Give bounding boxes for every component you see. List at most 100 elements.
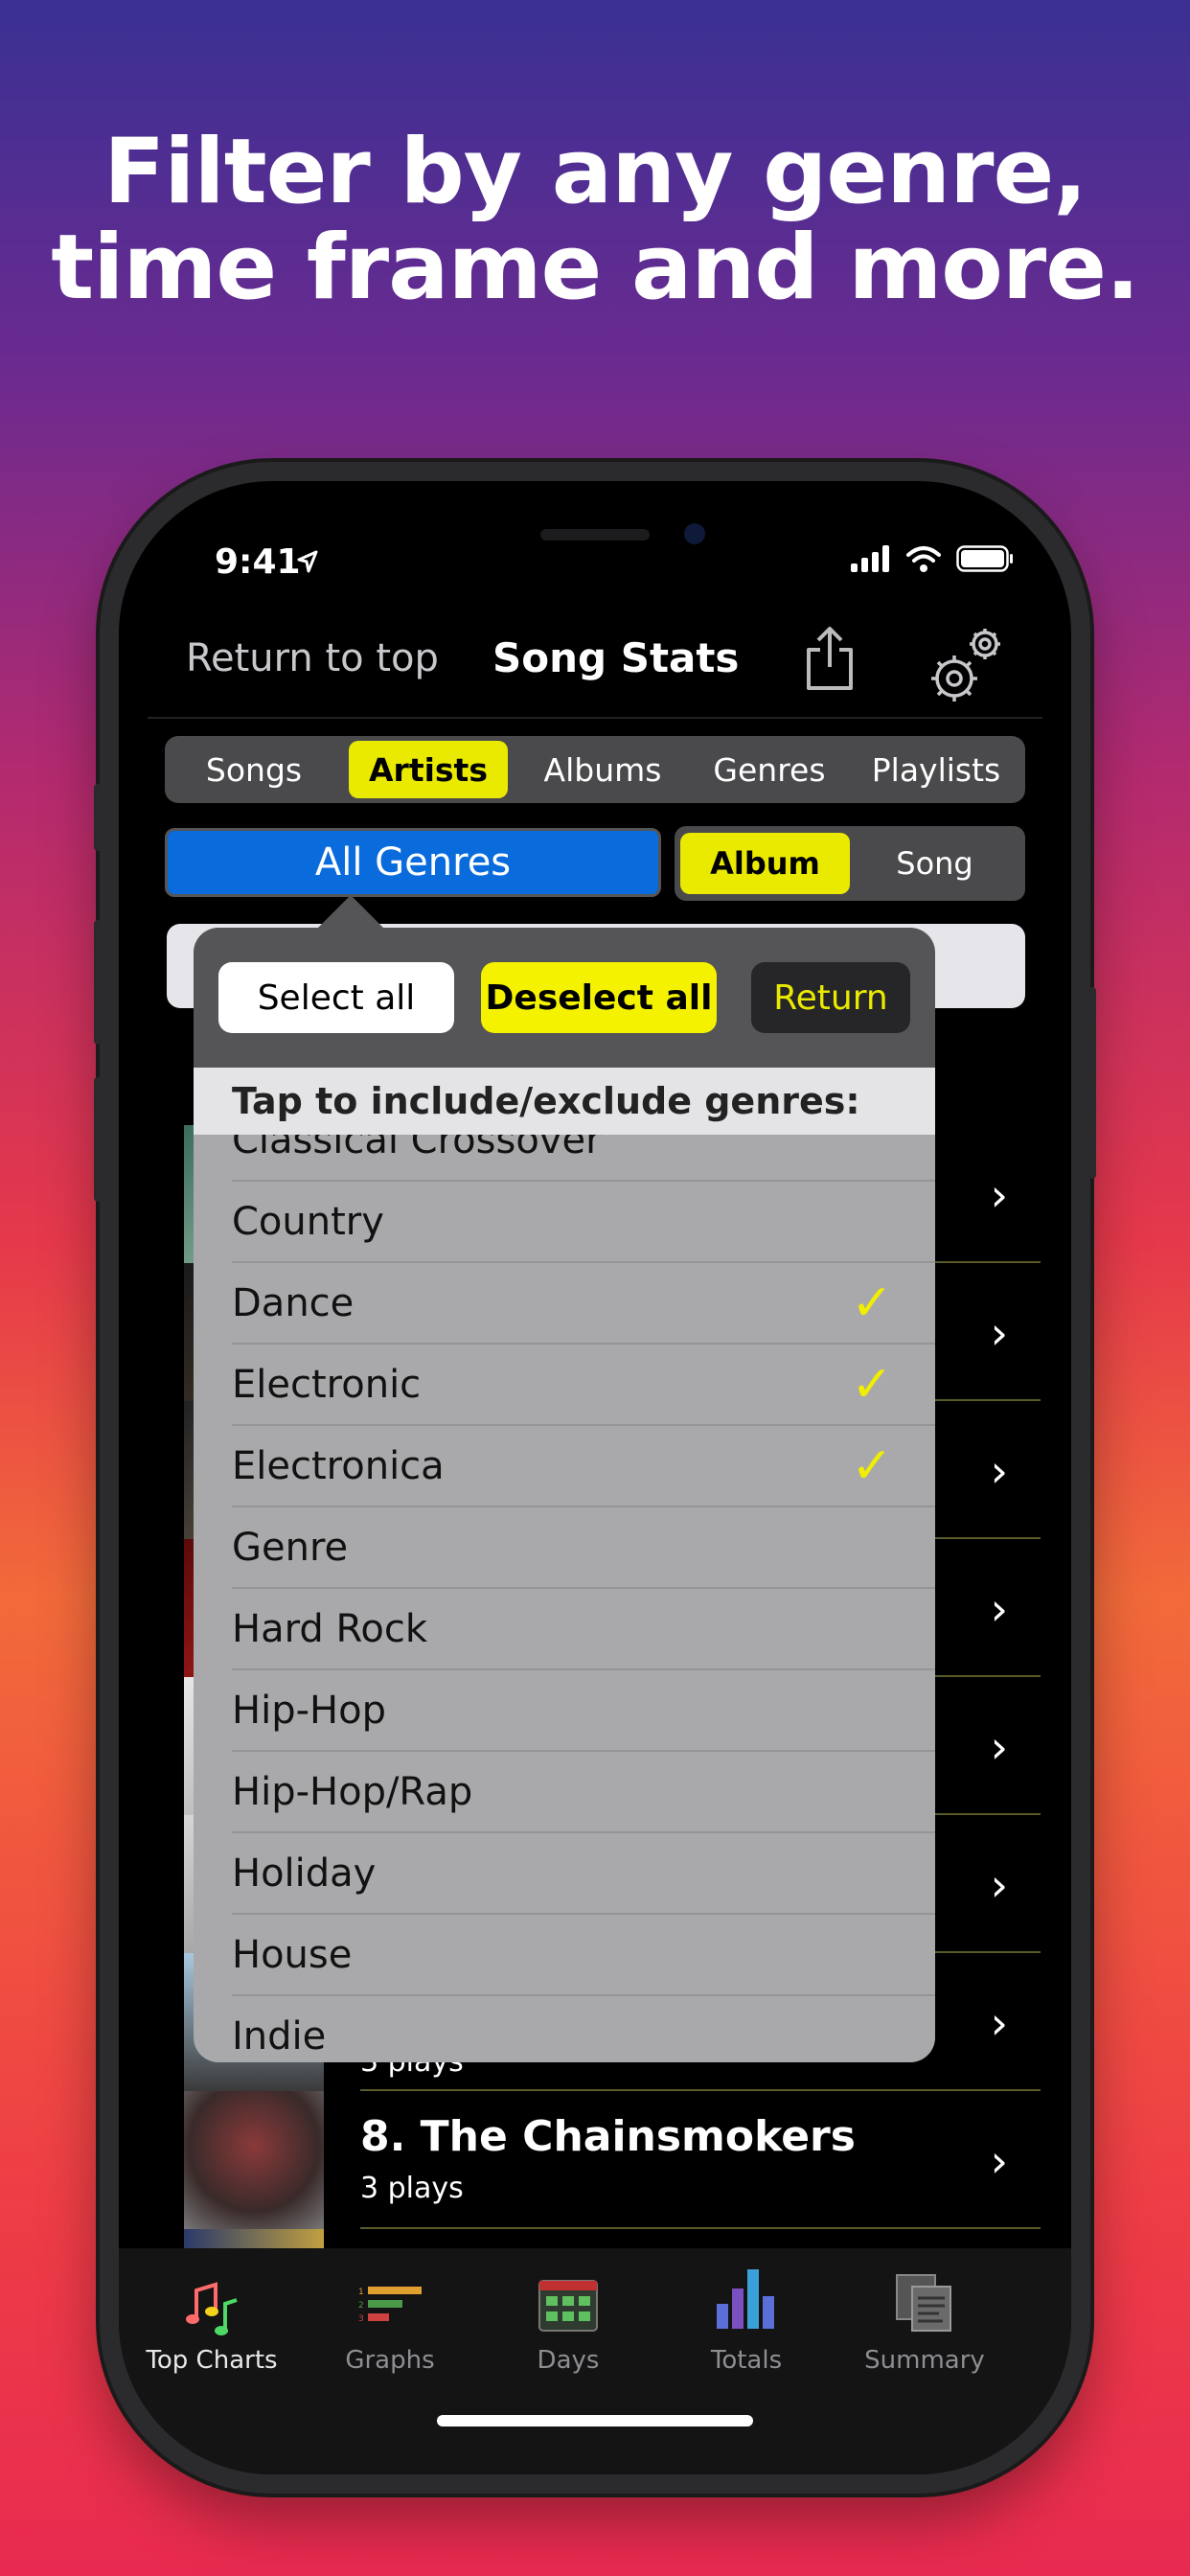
genre-filter-popover: Select all Deselect all Return Tap to in… <box>194 928 935 2062</box>
signal-icon <box>851 545 889 572</box>
tab-label: Top Charts <box>146 2346 278 2375</box>
tab-bar: Top Charts 1 2 3 Graphs Days Totals Summ… <box>119 2248 1071 2474</box>
tab-summary[interactable]: Summary <box>835 2264 1014 2388</box>
bar-graph-icon: 1 2 3 <box>358 2287 422 2324</box>
tab-totals[interactable]: Totals <box>657 2264 835 2388</box>
chevron-right-icon: › <box>990 1859 1008 1911</box>
chevron-right-icon: › <box>990 1721 1008 1773</box>
summary-docs-icon <box>896 2274 951 2332</box>
chevron-right-icon: › <box>990 2135 1008 2187</box>
tab-days[interactable]: Days <box>479 2264 657 2388</box>
share-icon[interactable] <box>801 625 858 692</box>
wifi-icon <box>906 546 941 572</box>
genre-item-electronic[interactable]: Electronic ✓ <box>232 1345 935 1426</box>
song-option[interactable]: Song <box>850 833 1019 894</box>
phone-screen: 9:41 Return to top Song Stats Songs Arti… <box>119 481 1071 2474</box>
artist-title: 8. The Chainsmokers <box>360 2112 856 2161</box>
speaker-grille <box>540 529 650 540</box>
checkmark-icon: ✓ <box>851 1275 893 1332</box>
genre-item-hip-hop-rap[interactable]: Hip-Hop/Rap <box>232 1752 935 1833</box>
select-all-button[interactable]: Select all <box>218 962 454 1033</box>
genre-item-hip-hop[interactable]: Hip-Hop <box>232 1670 935 1752</box>
popover-arrow <box>316 895 385 930</box>
genre-label: Country <box>232 1200 384 1244</box>
genre-item-classical-crossover[interactable]: Classical Crossover <box>232 1135 935 1182</box>
album-song-toggle: Album Song <box>675 826 1025 901</box>
tab-songs[interactable]: Songs <box>171 741 337 798</box>
tab-albums[interactable]: Albums <box>519 741 686 798</box>
genre-list[interactable]: Classical Crossover Country Dance ✓ Elect… <box>194 1135 935 2062</box>
music-notes-icon <box>186 2282 238 2335</box>
settings-gear-icon[interactable] <box>926 623 1010 707</box>
chevron-right-icon: › <box>990 1307 1008 1359</box>
page-title: Song Stats <box>492 634 740 681</box>
chevron-right-icon: › <box>990 1997 1008 2049</box>
status-time: 9:41 <box>215 542 301 582</box>
chevron-right-icon: › <box>990 1445 1008 1497</box>
genre-label: Hip-Hop/Rap <box>232 1770 473 1814</box>
play-count: 3 plays <box>360 2172 464 2205</box>
album-art <box>184 2091 324 2229</box>
genre-list-header: Tap to include/exclude genres: <box>194 1068 935 1135</box>
genre-label: Classical Crossover <box>232 1135 602 1162</box>
genre-item-country[interactable]: Country <box>232 1182 935 1263</box>
popover-actions: Select all Deselect all Return <box>194 928 935 1068</box>
genre-label: Electronic <box>232 1363 422 1407</box>
genre-label: Indie <box>232 2014 327 2058</box>
chevron-right-icon: › <box>990 1169 1008 1221</box>
genre-item-holiday[interactable]: Holiday <box>232 1833 935 1915</box>
genre-item-hard-rock[interactable]: Hard Rock <box>232 1589 935 1670</box>
svg-text:3: 3 <box>358 2314 364 2324</box>
tab-genres[interactable]: Genres <box>686 741 853 798</box>
front-camera <box>684 523 705 544</box>
nav-divider <box>148 717 1042 719</box>
location-arrow-icon <box>297 550 318 573</box>
album-art <box>184 2229 324 2250</box>
headline-line-1: Filter by any genre, <box>103 120 1087 224</box>
svg-text:2: 2 <box>358 2301 364 2311</box>
headline: Filter by any genre, time frame and more… <box>0 125 1190 316</box>
tab-label: Graphs <box>345 2346 435 2375</box>
battery-icon <box>956 545 1013 572</box>
list-item[interactable]: 8. The Chainsmokers 3 plays › <box>184 2091 1041 2229</box>
genre-item-electronica[interactable]: Electronica ✓ <box>232 1426 935 1507</box>
calendar-icon <box>538 2280 598 2332</box>
list-item[interactable] <box>184 2229 1041 2250</box>
return-button[interactable]: Return <box>751 962 910 1033</box>
tab-artists[interactable]: Artists <box>349 741 508 798</box>
home-indicator <box>437 2415 753 2426</box>
volume-up-button <box>94 920 102 1045</box>
checkmark-icon: ✓ <box>851 1438 893 1495</box>
genre-item-dance[interactable]: Dance ✓ <box>232 1263 935 1345</box>
power-button <box>1088 987 1096 1179</box>
tab-top-charts[interactable]: Top Charts <box>123 2264 301 2388</box>
genre-label: House <box>232 1933 353 1977</box>
all-genres-button[interactable]: All Genres <box>165 828 661 897</box>
genre-label: Genre <box>232 1526 349 1570</box>
genre-label: Holiday <box>232 1852 377 1896</box>
tab-label: Days <box>537 2346 600 2375</box>
mute-switch <box>94 784 102 851</box>
deselect-all-button[interactable]: Deselect all <box>481 962 717 1033</box>
tab-label: Totals <box>710 2346 783 2375</box>
genre-label: Hip-Hop <box>232 1689 386 1733</box>
status-icons <box>851 544 1014 573</box>
checkmark-icon: ✓ <box>851 1356 893 1414</box>
genre-label: Electronica <box>232 1444 445 1488</box>
genre-item-house[interactable]: House <box>232 1915 935 1996</box>
album-option[interactable]: Album <box>680 833 850 894</box>
return-to-top-button[interactable]: Return to top <box>186 636 439 680</box>
svg-text:1: 1 <box>358 2288 364 2297</box>
headline-line-2: time frame and more. <box>51 216 1139 320</box>
totals-bars-icon <box>717 2269 774 2329</box>
chevron-right-icon: › <box>990 1583 1008 1635</box>
category-segmented-control: Songs Artists Albums Genres Playlists <box>165 736 1025 803</box>
tab-label: Summary <box>864 2346 985 2375</box>
tab-playlists[interactable]: Playlists <box>853 741 1019 798</box>
genre-item-genre[interactable]: Genre <box>232 1507 935 1589</box>
genre-label: Hard Rock <box>232 1607 428 1651</box>
volume-down-button <box>94 1077 102 1202</box>
genre-label: Dance <box>232 1281 355 1325</box>
genre-item-indie[interactable]: Indie <box>232 1996 935 2062</box>
tab-graphs[interactable]: 1 2 3 Graphs <box>301 2264 479 2388</box>
